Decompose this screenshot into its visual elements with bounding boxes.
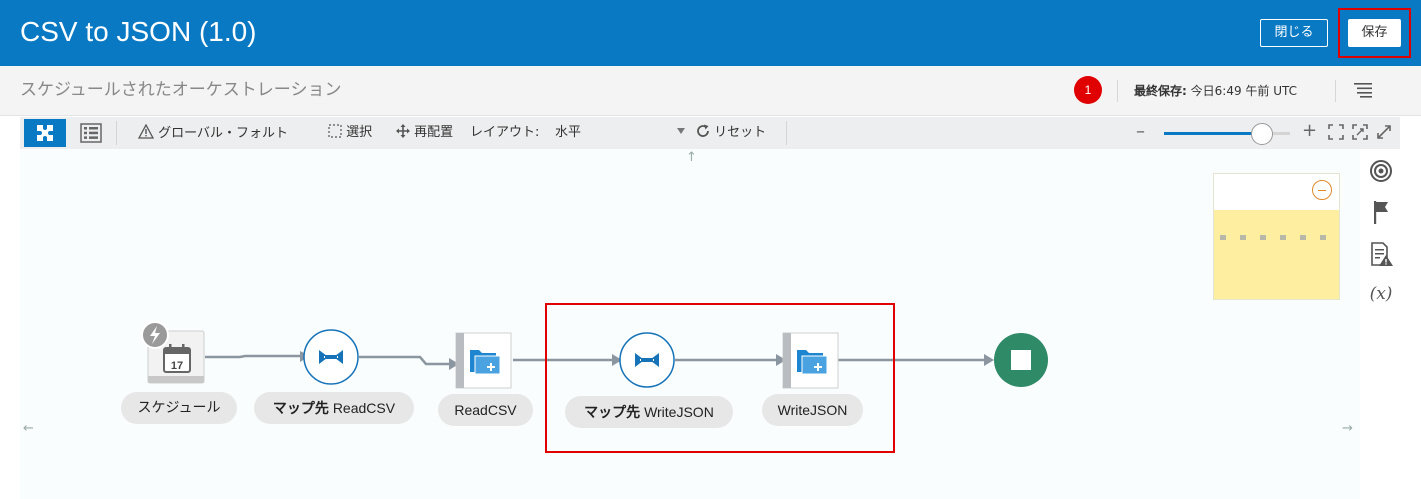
minimap-node [1220,235,1226,240]
right-side-panel: (x) [1360,149,1402,499]
minimap-node [1240,235,1246,240]
variables-icon[interactable]: (x) [1368,284,1394,304]
minimap-node [1280,235,1286,240]
end-node[interactable] [994,333,1048,387]
target-icon[interactable] [1368,158,1394,184]
connector [359,355,453,366]
highlight-box [545,303,895,453]
calendar-day: 17 [171,360,183,372]
flag-icon[interactable] [1368,199,1394,225]
lightning-icon [141,321,169,349]
minimap-node [1260,235,1266,240]
calendar-icon: 17 [163,344,191,373]
minimap-node [1320,235,1326,240]
map-readcsv-label-text: ReadCSV [332,400,396,416]
schedule-label[interactable]: スケジュール [121,392,237,424]
minimap-header [1214,174,1339,210]
error-list-icon[interactable] [1368,241,1394,267]
readcsv-label[interactable]: ReadCSV [438,394,533,426]
schedule-node[interactable]: 17 [141,321,205,384]
map-readcsv-node[interactable] [303,329,359,385]
map-readcsv-label[interactable]: マップ先 ReadCSV [254,392,414,424]
readcsv-node[interactable] [455,332,512,389]
map-readcsv-label-bold: マップ先 [272,400,329,416]
minimap[interactable] [1213,173,1340,300]
minimap-node [1300,235,1306,240]
file-adapter-icon [470,350,501,375]
collapse-minimap-button[interactable] [1312,180,1332,200]
stop-icon [1011,350,1031,370]
arrow-head-icon [984,354,994,366]
connector [205,354,302,359]
